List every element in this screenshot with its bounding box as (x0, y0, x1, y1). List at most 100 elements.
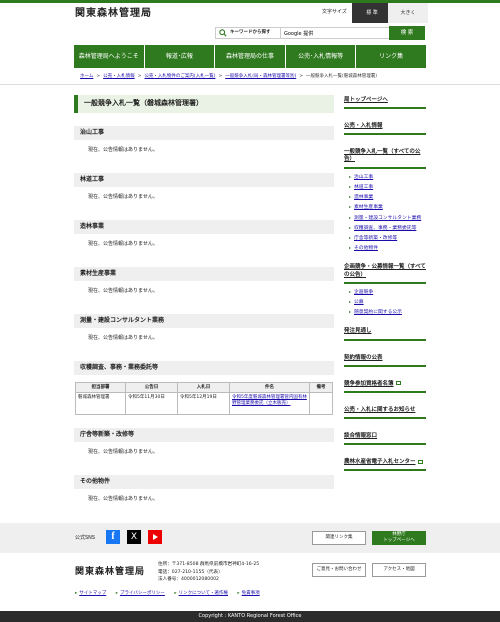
sidebar-item-zorin[interactable]: 造林事業 (354, 195, 373, 200)
sidebar-item: 素材生産事業 (349, 205, 426, 211)
breadcrumb-bids[interactable]: 公売・入札情報 (103, 74, 135, 79)
sidebar-item-chisan[interactable]: 治山工事 (354, 175, 373, 180)
sidebar-link-dango[interactable]: 談合情報窓口 (344, 433, 377, 439)
sidebar-heading: 企画競争・公募情報一覧（すべての公告） (344, 262, 426, 284)
external-link-icon (417, 459, 423, 464)
sidebar-item-sozai[interactable]: 素材生産事業 (354, 205, 383, 210)
sns-label: 公式SNS (75, 535, 96, 541)
sidebar-heading: 競争参加資格者名簿 (344, 379, 426, 393)
section-chisan: 治山工事 現在、公告情報はありません。 (74, 126, 334, 160)
sidebar-item-other[interactable]: その他物件 (354, 246, 378, 251)
sidebar-item-rindo[interactable]: 林道工事 (354, 185, 373, 190)
contact-button[interactable]: ご意見・お問い合わせ (312, 563, 366, 577)
no-notice-text: 現在、公告情報はありません。 (88, 449, 158, 455)
sidebar-link-bids[interactable]: 公売・入札情報 (344, 123, 383, 129)
rinya-top-button[interactable]: 林野庁 トップページへ (372, 531, 426, 545)
site-logo[interactable]: 関東森林管理局 (75, 7, 152, 20)
breadcrumb-general-bids[interactable]: 一般競争入札(局・森林管理署等別) (225, 74, 296, 79)
page-title: 一般競争入札一覧（磐城森林管理署） (74, 95, 334, 113)
section-rindo: 林道工事 現在、公告情報はありません。 (74, 173, 334, 207)
footer-info: 関東森林管理局 住所：〒371-8508 群馬県前橋市岩神町4-16-25 電話… (0, 553, 500, 611)
section-sozai: 素材生産事業 現在、公告情報はありません。 (74, 267, 334, 301)
sidebar-item-kikaku[interactable]: 企画競争 (354, 290, 373, 295)
table-cell: 令和5年12月19日 (177, 392, 230, 415)
footer-link-copyright[interactable]: リンクについて・著作権 (179, 591, 228, 596)
sidebar-heading: 談合情報窓口 (344, 431, 426, 446)
table-cell: 令和5年11月30日 (125, 392, 178, 415)
section-heading: 治山工事 (74, 126, 334, 140)
section-heading: 造林事業 (74, 220, 334, 234)
gnav-item-work[interactable]: 森林管理局の仕事 (215, 45, 286, 68)
divider (0, 84, 500, 85)
sidebar-list: 治山工事 林道工事 造林事業 素材生産事業 測量・建設コンサルタント業務 収穫調… (349, 175, 426, 253)
table-cell-link: 令和5年度磐城森林管理署管内国有林野管理業務委託（立木販売） (229, 392, 310, 415)
no-notice-text: 現在、公告情報はありません。 (88, 194, 158, 200)
sidebar-item: 治山工事 (349, 175, 426, 181)
sidebar-item-sokuryo[interactable]: 測量・建設コンサルタント業務 (354, 216, 421, 221)
sidebar-item: 企画競争 (349, 290, 426, 296)
section-shukaku: 収穫調査、事務・業務委託等 担当部署 公告日 入札日 件名 備考 磐城森林管理署… (74, 361, 334, 415)
footer-logo: 関東森林管理局 (75, 567, 146, 577)
gnav-item-links[interactable]: リンク集 (356, 45, 426, 68)
sidebar-item: 測量・建設コンサルタント業務 (349, 216, 426, 222)
sidebar-link-qualified-list[interactable]: 競争参加資格者名簿 (344, 381, 394, 387)
search-label: キーワードから探す (230, 30, 271, 35)
footer-sns-bar: 公式SNS f X 関連リンク集 林野庁 トップページへ (0, 523, 500, 553)
section-sokuryo: 測量・建設コンサルタント業務 現在、公告情報はありません。 (74, 314, 334, 348)
footer-link-disclaimer[interactable]: 免責事項 (242, 591, 260, 596)
footer-link-sitemap[interactable]: サイトマップ (79, 591, 106, 596)
sidebar-item: 造林事業 (349, 195, 426, 201)
sidebar-item: 随意契約に関する公示 (349, 310, 426, 316)
table-cell: 磐城森林管理署 (75, 392, 126, 415)
footer-address: 住所：〒371-8508 群馬県前橋市岩神町4-16-25 電話：027-210… (158, 562, 260, 582)
sidebar-link-top[interactable]: 局トップページへ (344, 97, 388, 103)
table-header: 備考 (309, 382, 333, 393)
sidebar-item-shukaku[interactable]: 収穫調査、事務・業務委託等 (354, 226, 416, 231)
gnav-item-welcome[interactable]: 森林管理局へようこそ (74, 45, 145, 68)
sidebar-heading: 発注見通し (344, 326, 426, 341)
access-button[interactable]: アクセス・地図 (372, 563, 426, 577)
sidebar-item-zuii[interactable]: 随意契約に関する公示 (354, 310, 402, 315)
font-size-label: 文字サイズ (322, 9, 347, 15)
section-other: その他物件 現在、公告情報はありません。 (74, 475, 334, 509)
section-heading: 林道工事 (74, 173, 334, 187)
no-notice-text: 現在、公告情報はありません。 (88, 335, 158, 341)
font-size-standard-button[interactable]: 標 準 (352, 3, 392, 23)
x-twitter-icon[interactable]: X (127, 530, 141, 544)
sidebar-heading: 契約情報の公表 (344, 353, 426, 367)
sidebar-link-notices[interactable]: 公売・入札に関するお知らせ (344, 407, 415, 413)
sidebar-item-chosha[interactable]: 庁舎等新築・改修等 (354, 236, 397, 241)
sidebar: 局トップページへ 公売・入札情報 一般競争入札一覧（すべての公告） 治山工事 林… (344, 95, 426, 483)
sidebar-link-ebid-center[interactable]: 農林水産省電子入札センター (344, 459, 416, 465)
gnav-item-press[interactable]: 報道･広報 (144, 45, 216, 68)
sidebar-list: 企画競争 公募 随意契約に関する公示 (349, 290, 426, 317)
sidebar-item: 収穫調査、事務・業務委託等 (349, 226, 426, 232)
breadcrumb-bid-list[interactable]: 公売・入札物件のご案内(入札一覧) (144, 74, 215, 79)
sidebar-link-outlook[interactable]: 発注見通し (344, 328, 372, 334)
site-header: 関東森林管理局 文字サイズ 標 準 大きく (0, 3, 500, 23)
related-links-button[interactable]: 関連リンク集 (312, 531, 366, 545)
bid-item-link[interactable]: 令和5年度磐城森林管理署管内国有林野管理業務委託（立木販売） (232, 395, 307, 406)
section-chosha: 庁舎等新築・改修等 現在、公告情報はありません。 (74, 428, 334, 462)
youtube-icon[interactable] (148, 530, 162, 544)
section-heading: 素材生産事業 (74, 267, 334, 281)
bid-table: 担当部署 公告日 入札日 件名 備考 磐城森林管理署 令和5年11月30日 令和… (75, 382, 333, 415)
breadcrumb-home[interactable]: ホーム (80, 74, 93, 79)
sidebar-heading: 公売・入札情報 (344, 121, 426, 136)
global-nav: 森林管理局へようこそ 報道･広報 森林管理局の仕事 公売･入札情報等 リンク集 (74, 45, 426, 68)
gnav-item-bids[interactable]: 公売･入札情報等 (285, 45, 357, 68)
sidebar-link-proposal[interactable]: 企画競争・公募情報一覧（すべての公告） (344, 264, 426, 277)
sidebar-heading: 公売・入札に関するお知らせ (344, 405, 426, 419)
footer-link-privacy[interactable]: プライバシーポリシー (120, 591, 165, 596)
table-header: 件名 (229, 382, 310, 393)
sidebar-link-contract-info[interactable]: 契約情報の公表 (344, 355, 383, 361)
facebook-icon[interactable]: f (106, 530, 120, 544)
font-size-large-button[interactable]: 大きく (388, 3, 428, 23)
section-heading: 収穫調査、事務・業務委託等 (74, 361, 334, 375)
table-cell (309, 392, 333, 415)
search-button[interactable]: 検 索 (389, 26, 425, 40)
sidebar-link-general-bids[interactable]: 一般競争入札一覧（すべての公告） (344, 149, 420, 162)
table-header: 公告日 (125, 382, 178, 393)
sidebar-item: その他物件 (349, 246, 426, 252)
sidebar-item-kobo[interactable]: 公募 (354, 300, 364, 305)
